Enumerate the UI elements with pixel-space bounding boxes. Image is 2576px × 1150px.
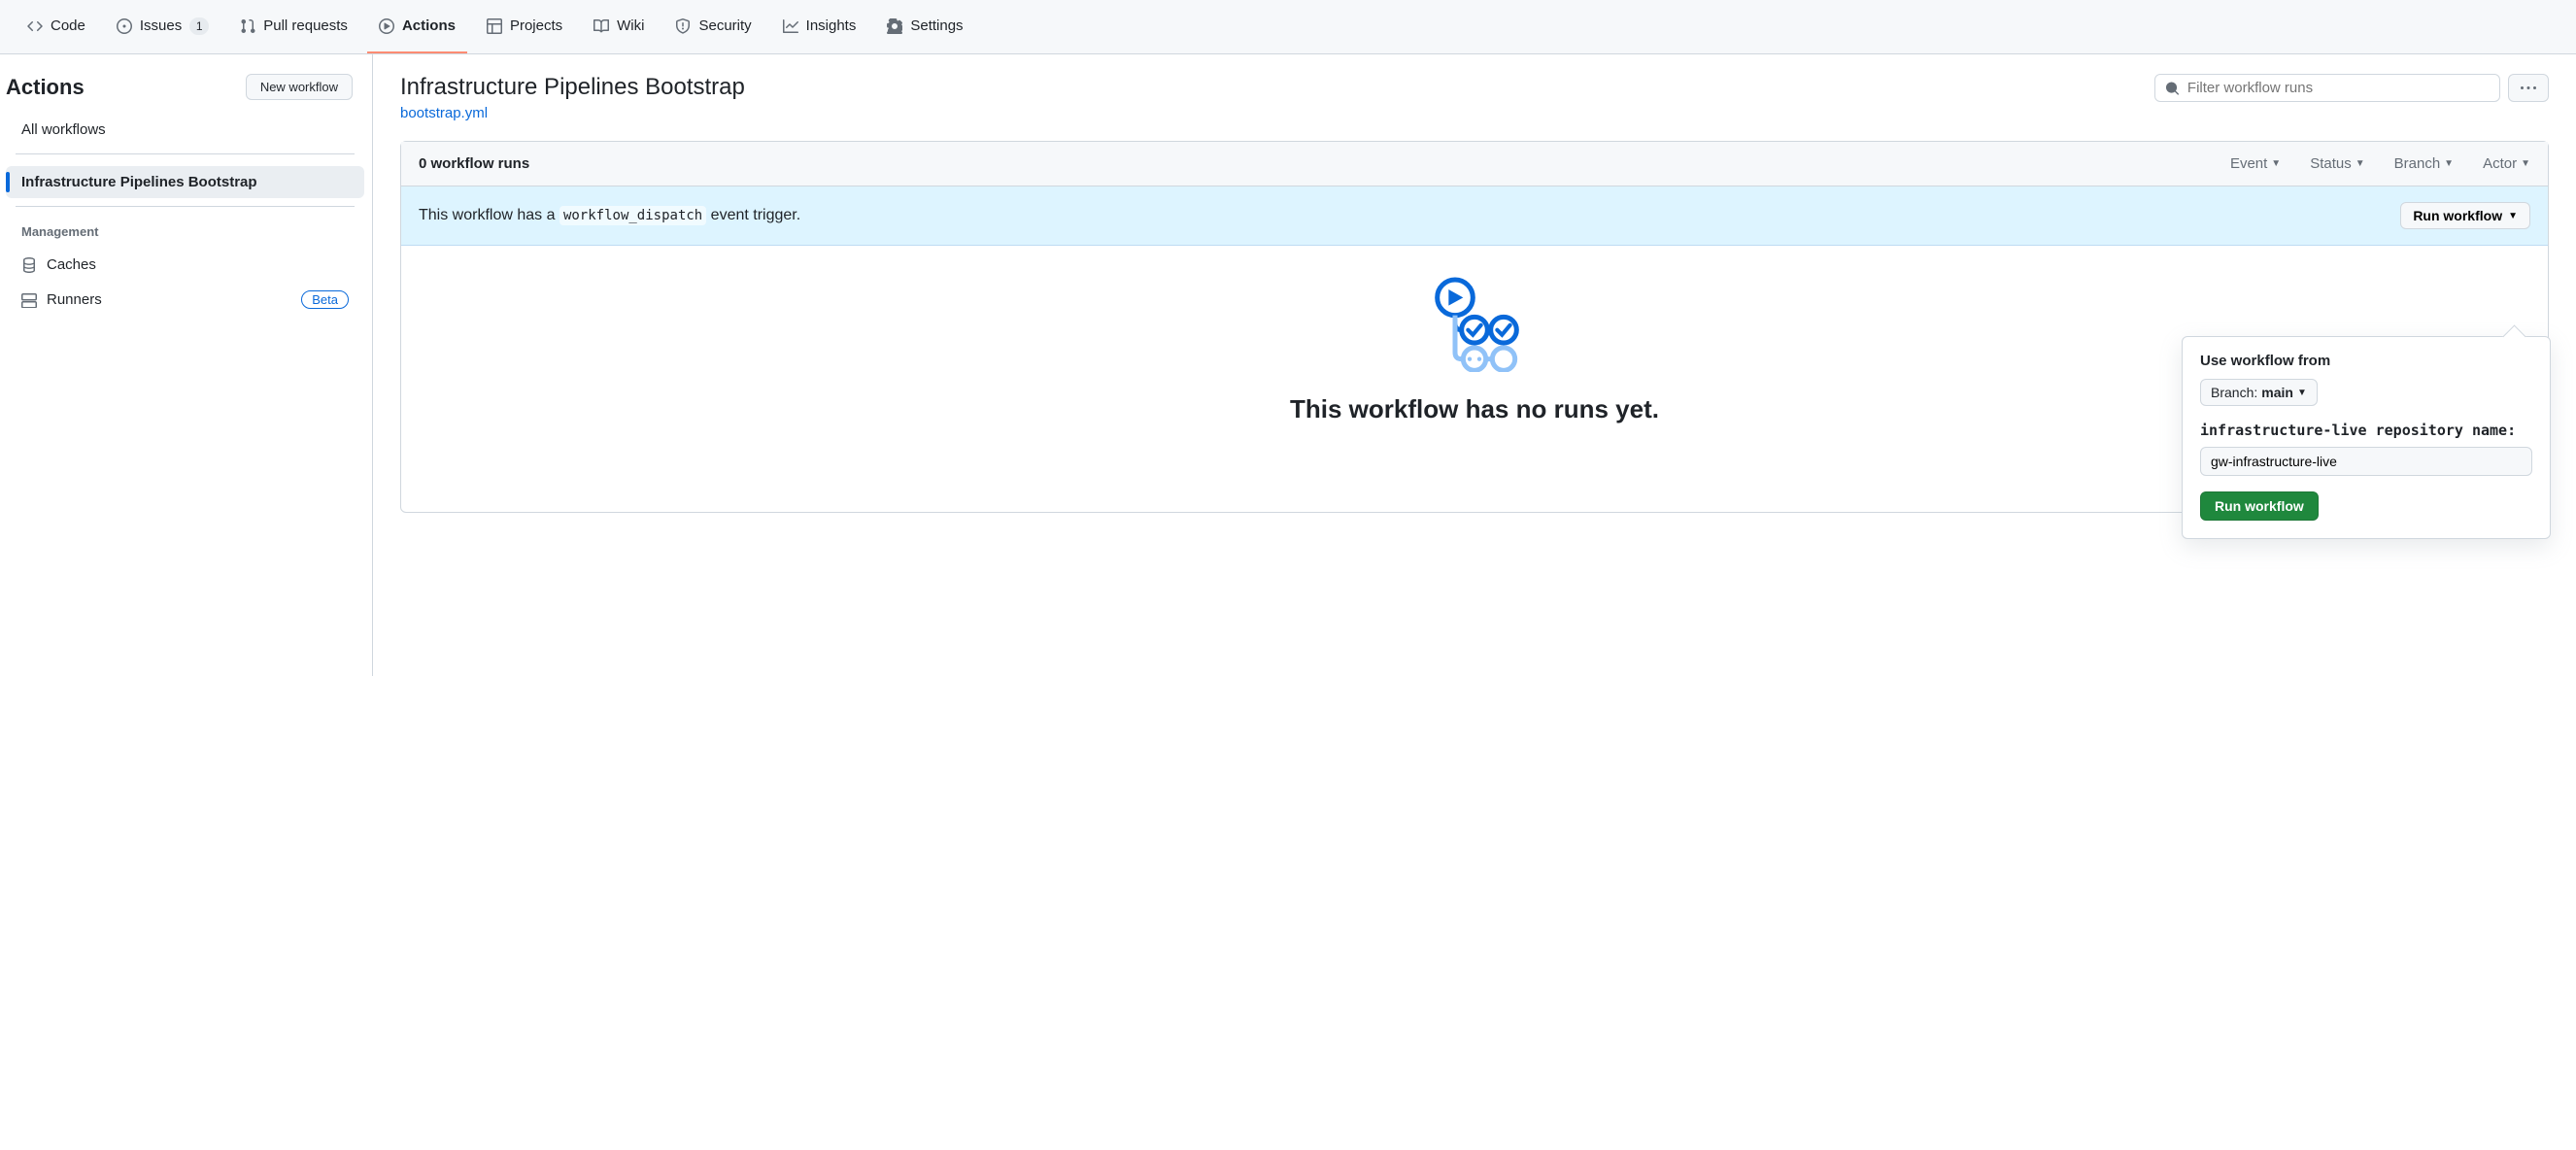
- workflow-illustration-icon: [1426, 275, 1523, 372]
- beta-badge: Beta: [301, 290, 349, 309]
- table-icon: [487, 18, 502, 34]
- graph-icon: [783, 18, 798, 34]
- caret-down-icon: ▼: [2508, 211, 2518, 221]
- workflow-file-link[interactable]: bootstrap.yml: [400, 105, 745, 121]
- issue-icon: [117, 18, 132, 34]
- search-input[interactable]: [2187, 80, 2490, 96]
- caret-down-icon: ▼: [2444, 158, 2454, 169]
- nav-label: Pull requests: [263, 12, 348, 41]
- runs-count: 0 workflow runs: [419, 155, 529, 172]
- workflow-title: Infrastructure Pipelines Bootstrap: [400, 74, 745, 101]
- nav-label: Security: [698, 12, 751, 41]
- run-workflow-dropdown-button[interactable]: Run workflow ▼: [2400, 202, 2530, 229]
- nav-label: Code: [51, 12, 85, 41]
- nav-wiki[interactable]: Wiki: [582, 0, 656, 53]
- nav-label: Actions: [402, 12, 456, 41]
- sidebar-item-label: Caches: [47, 256, 96, 273]
- sidebar-title: Actions: [6, 75, 85, 100]
- nav-pulls[interactable]: Pull requests: [228, 0, 359, 53]
- input-field-label: infrastructure-live repository name:: [2200, 422, 2532, 439]
- filter-event[interactable]: Event▼: [2230, 155, 2281, 172]
- repository-name-input[interactable]: [2200, 447, 2532, 476]
- database-icon: [21, 257, 37, 273]
- nav-security[interactable]: Security: [663, 0, 763, 53]
- nav-projects[interactable]: Projects: [475, 0, 574, 53]
- nav-label: Insights: [806, 12, 857, 41]
- shield-icon: [675, 18, 691, 34]
- run-workflow-popover: Use workflow from Branch: main ▼ infrast…: [2182, 336, 2551, 539]
- run-workflow-submit-button[interactable]: Run workflow: [2200, 491, 2319, 521]
- caret-down-icon: ▼: [2271, 158, 2281, 169]
- dispatch-text: This workflow has a workflow_dispatch ev…: [419, 207, 800, 224]
- sidebar: Actions New workflow All workflows Infra…: [0, 54, 373, 676]
- sidebar-caches[interactable]: Caches: [6, 249, 364, 281]
- server-icon: [21, 292, 37, 308]
- runs-header: 0 workflow runs Event▼ Status▼ Branch▼ A…: [401, 142, 2548, 186]
- filter-actor[interactable]: Actor▼: [2483, 155, 2530, 172]
- sidebar-item-label: Infrastructure Pipelines Bootstrap: [21, 174, 257, 190]
- code-icon: [27, 18, 43, 34]
- branch-select[interactable]: Branch: main ▼: [2200, 379, 2318, 406]
- repo-nav: Code Issues 1 Pull requests Actions Proj…: [0, 0, 2576, 54]
- divider: [16, 206, 355, 207]
- main-content: Infrastructure Pipelines Bootstrap boots…: [373, 54, 2576, 676]
- nav-settings[interactable]: Settings: [875, 0, 974, 53]
- caret-down-icon: ▼: [2521, 158, 2530, 169]
- nav-label: Projects: [510, 12, 562, 41]
- more-actions-button[interactable]: [2508, 74, 2549, 102]
- nav-actions[interactable]: Actions: [367, 0, 467, 53]
- divider: [16, 153, 355, 154]
- kebab-icon: [2521, 81, 2536, 96]
- sidebar-management-heading: Management: [6, 219, 364, 247]
- search-icon: [2165, 81, 2180, 96]
- sidebar-workflow-item[interactable]: Infrastructure Pipelines Bootstrap: [6, 166, 364, 198]
- play-icon: [379, 18, 394, 34]
- search-box[interactable]: [2154, 74, 2500, 102]
- issues-count: 1: [189, 17, 209, 35]
- sidebar-runners[interactable]: Runners Beta: [6, 283, 364, 317]
- dispatch-code: workflow_dispatch: [559, 206, 706, 225]
- sidebar-all-workflows[interactable]: All workflows: [6, 114, 364, 146]
- nav-label: Wiki: [617, 12, 644, 41]
- filter-branch[interactable]: Branch▼: [2394, 155, 2454, 172]
- git-pull-request-icon: [240, 18, 255, 34]
- popover-use-from-label: Use workflow from: [2200, 353, 2532, 369]
- book-icon: [593, 18, 609, 34]
- nav-label: Settings: [910, 12, 963, 41]
- nav-issues[interactable]: Issues 1: [105, 0, 220, 53]
- caret-down-icon: ▼: [2356, 158, 2365, 169]
- nav-code[interactable]: Code: [16, 0, 97, 53]
- sidebar-item-label: Runners: [47, 291, 102, 308]
- new-workflow-button[interactable]: New workflow: [246, 74, 353, 100]
- dispatch-banner: This workflow has a workflow_dispatch ev…: [401, 186, 2548, 246]
- filter-status[interactable]: Status▼: [2310, 155, 2364, 172]
- nav-insights[interactable]: Insights: [771, 0, 868, 53]
- nav-label: Issues: [140, 12, 182, 41]
- sidebar-item-label: All workflows: [21, 121, 106, 138]
- gear-icon: [887, 18, 902, 34]
- caret-down-icon: ▼: [2297, 388, 2307, 398]
